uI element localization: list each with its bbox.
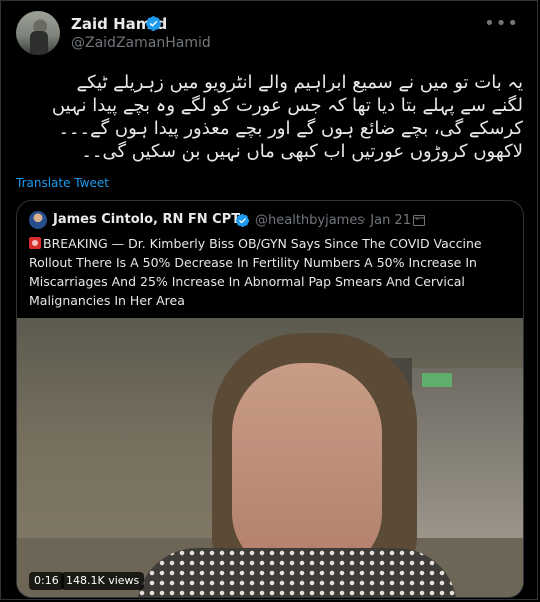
tweet-text: یہ بات تو میں نے سمیع ابراہیم والے انٹرو… — [15, 71, 523, 163]
quoted-avatar[interactable] — [29, 211, 47, 229]
video-person-face — [232, 363, 382, 573]
quoted-text: BREAKING — Dr. Kimberly Biss OB/GYN Says… — [29, 234, 509, 310]
tweet-text-line: لگنے سے پہلے بتا دیا تھا کہ جس عورت کو ل… — [51, 95, 523, 116]
video-player[interactable]: 0:16 148.1K views — [17, 318, 523, 597]
tweet-container: Zaid Hamid @ZaidZamanHamid ••• یہ بات تو… — [0, 0, 538, 600]
quoted-text-body: BREAKING — Dr. Kimberly Biss OB/GYN Says… — [29, 236, 482, 308]
tweet-text-line: یہ بات تو میں نے سمیع ابراہیم والے انٹرو… — [76, 72, 523, 93]
quoted-author-name[interactable]: James Cintolo, RN FN CPT — [53, 212, 240, 227]
siren-icon — [29, 237, 41, 249]
quoted-date: · Jan 21 · — [362, 213, 420, 228]
video-timestamp: 0:16 — [29, 572, 64, 590]
tweet-text-line: لاکھوں کروڑوں عورتیں اب کبھی ماں نہیں بن… — [81, 141, 523, 162]
quoted-author-handle[interactable]: @healthbyjames — [255, 213, 364, 228]
ellipsis-icon[interactable]: ••• — [484, 13, 519, 34]
quoted-tweet[interactable]: James Cintolo, RN FN CPT @healthbyjames … — [16, 200, 524, 598]
video-views: 148.1K views — [61, 572, 145, 590]
video-person-shirt — [137, 548, 457, 597]
calendar-icon — [413, 215, 425, 226]
author-handle[interactable]: @ZaidZamanHamid — [71, 35, 211, 51]
video-exit-sign — [422, 373, 452, 387]
verified-badge-icon — [235, 213, 250, 228]
translate-tweet-link[interactable]: Translate Tweet — [16, 176, 109, 190]
verified-badge-icon — [146, 16, 161, 31]
video-hallway — [412, 368, 523, 538]
tweet-text-line: کرسکے گی، بچے ضائع ہوں گے اور بچے معذور … — [58, 118, 523, 139]
avatar[interactable] — [16, 11, 60, 55]
